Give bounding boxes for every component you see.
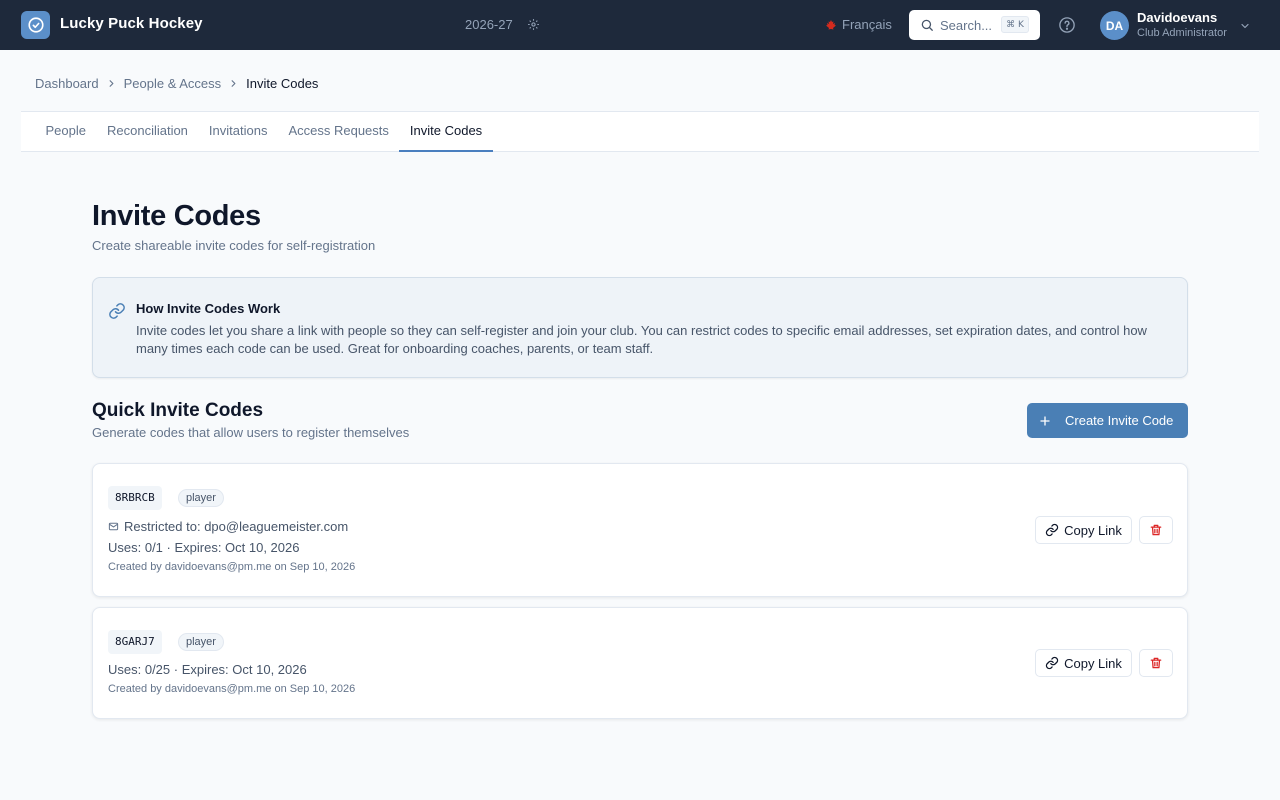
breadcrumb: Dashboard People & Access Invite Codes [35, 76, 318, 91]
language-label: Français [842, 17, 892, 32]
info-body: Invite codes let you share a link with p… [136, 323, 1147, 356]
trash-icon [1149, 656, 1163, 670]
gear-icon[interactable] [527, 18, 540, 36]
section-title: Quick Invite Codes [92, 400, 264, 421]
plus-icon [1039, 415, 1051, 427]
trash-icon [1149, 523, 1163, 537]
search-icon [920, 18, 934, 32]
tab-invite-codes[interactable]: Invite Codes [399, 112, 493, 152]
info-box: How Invite Codes Work Invite codes let y… [92, 277, 1188, 378]
info-title: How Invite Codes Work [136, 301, 281, 316]
top-bar: Lucky Puck Hockey 2026-27 Français Searc… [0, 0, 1280, 50]
user-name[interactable]: Davidoevans [1137, 10, 1217, 25]
tab-access-requests[interactable]: Access Requests [278, 112, 399, 152]
section-subtitle: Generate codes that allow users to regis… [92, 425, 410, 440]
delete-button[interactable] [1139, 649, 1173, 677]
mail-icon [108, 521, 119, 532]
breadcrumb-invite-codes: Invite Codes [246, 76, 319, 91]
restriction-text: Restricted to: dpo@leaguemeister.com [124, 519, 349, 534]
link-icon [108, 302, 126, 325]
role-badge: player [178, 489, 224, 507]
created-info: Created by davidoevans@pm.me on Sep 10, … [108, 561, 356, 573]
check-circle-icon [27, 16, 45, 34]
create-invite-code-button[interactable]: Create Invite Code [1027, 403, 1188, 438]
copy-link-button[interactable]: Copy Link [1035, 649, 1132, 677]
user-role: Club Administrator [1137, 27, 1227, 39]
copy-link-button[interactable]: Copy Link [1035, 516, 1132, 544]
app-name[interactable]: Lucky Puck Hockey [60, 15, 203, 32]
search-placeholder: Search... [940, 17, 993, 33]
tab-invitations[interactable]: Invitations [198, 112, 278, 152]
language-switch[interactable]: Français [825, 17, 892, 32]
help-circle-icon[interactable] [1058, 16, 1076, 39]
page-title: Invite Codes [92, 200, 261, 232]
link-icon [1045, 656, 1059, 670]
breadcrumb-people-access[interactable]: People & Access [124, 76, 222, 91]
invite-code-card: 8GARJ7 player Uses: 0/25 · Expires: Oct … [92, 607, 1188, 719]
avatar[interactable]: DA [1100, 11, 1129, 40]
link-icon [1045, 523, 1059, 537]
chevron-right-icon [228, 78, 239, 89]
page-subtitle: Create shareable invite codes for self-r… [92, 238, 376, 253]
tab-reconciliation[interactable]: Reconciliation [96, 112, 198, 152]
created-info: Created by davidoevans@pm.me on Sep 10, … [108, 683, 356, 695]
invite-code: 8RBRCB [108, 486, 162, 510]
uses-expiry: Uses: 0/25 · Expires: Oct 10, 2026 [108, 662, 307, 677]
section-tabs: People Reconciliation Invitations Access… [21, 111, 1259, 152]
copy-link-label: Copy Link [1064, 522, 1122, 538]
uses-expiry: Uses: 0/1 · Expires: Oct 10, 2026 [108, 540, 300, 555]
copy-link-label: Copy Link [1064, 655, 1122, 671]
invite-code: 8GARJ7 [108, 630, 162, 654]
tab-people[interactable]: People [35, 112, 96, 152]
create-invite-code-label: Create Invite Code [1065, 413, 1174, 428]
maple-leaf-icon [825, 19, 837, 31]
invite-code-card: 8RBRCB player Restricted to: dpo@leaguem… [92, 463, 1188, 597]
season-selector[interactable]: 2026-27 [465, 17, 513, 32]
chevron-down-icon[interactable] [1239, 19, 1251, 37]
chevron-right-icon [106, 78, 117, 89]
app-logo[interactable] [21, 11, 50, 39]
email-restriction: Restricted to: dpo@leaguemeister.com [108, 519, 348, 534]
delete-button[interactable] [1139, 516, 1173, 544]
search-shortcut: ⌘ K [1001, 16, 1029, 33]
role-badge: player [178, 633, 224, 651]
search-button[interactable]: Search... ⌘ K [909, 10, 1040, 40]
breadcrumb-dashboard[interactable]: Dashboard [35, 76, 99, 91]
